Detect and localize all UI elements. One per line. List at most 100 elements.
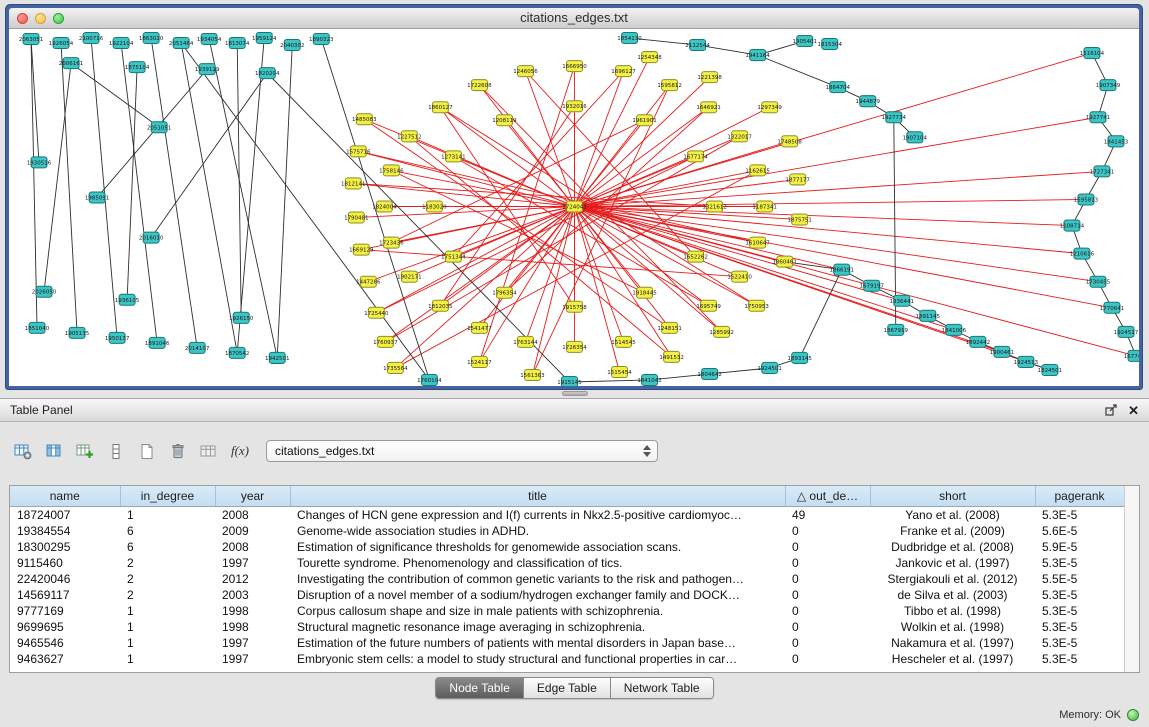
- network-node[interactable]: 1695749: [696, 300, 721, 311]
- network-node[interactable]: 2014107: [185, 342, 210, 353]
- network-node[interactable]: 1841042: [637, 374, 661, 385]
- network-node[interactable]: 1210616: [1070, 248, 1095, 259]
- network-node[interactable]: 1108714: [1060, 220, 1085, 231]
- network-node[interactable]: 1854130: [617, 33, 642, 44]
- network-node[interactable]: 1770641: [1100, 302, 1124, 313]
- network-node[interactable]: 1941164: [745, 50, 770, 61]
- network-node[interactable]: 1162615: [745, 165, 770, 176]
- network-node[interactable]: 1763144: [513, 336, 538, 347]
- network-node[interactable]: 1524117: [467, 356, 492, 367]
- network-node[interactable]: 1922104: [109, 38, 134, 49]
- tab-edge-table[interactable]: Edge Table: [523, 678, 610, 698]
- network-node[interactable]: 1804642: [697, 368, 721, 379]
- table-row[interactable]: 911546021997Tourette syndrome. Phenomeno…: [10, 555, 1124, 571]
- network-node[interactable]: 1696127: [611, 66, 636, 77]
- network-node[interactable]: 1677174: [683, 151, 708, 162]
- network-node[interactable]: 1541477: [467, 322, 492, 333]
- network-node[interactable]: 1595813: [1074, 194, 1099, 205]
- network-node[interactable]: 1875104: [125, 62, 150, 73]
- column-header-in_degree[interactable]: in_degree: [120, 486, 215, 506]
- network-node[interactable]: 1722608: [467, 80, 492, 91]
- show-columns-button[interactable]: [41, 438, 67, 464]
- network-node[interactable]: 1890323: [309, 34, 334, 45]
- network-node[interactable]: 1725440: [364, 307, 389, 318]
- network-node[interactable]: 1815304: [817, 39, 842, 50]
- network-node[interactable]: 1575716: [346, 146, 371, 157]
- network-node[interactable]: 1677441: [1124, 350, 1139, 361]
- network-node[interactable]: 1820204: [255, 68, 280, 79]
- network-node[interactable]: 1907104: [903, 132, 928, 143]
- network-node[interactable]: 1750953: [744, 300, 769, 311]
- network-node[interactable]: 1221398: [697, 72, 722, 83]
- window-close-button[interactable]: [17, 13, 28, 24]
- network-node[interactable]: 1227512: [397, 131, 421, 142]
- column-header-year[interactable]: year: [215, 486, 290, 506]
- network-node[interactable]: 1959124: [252, 33, 277, 44]
- network-node[interactable]: 1679197: [860, 280, 885, 291]
- network-node[interactable]: 1812141: [341, 178, 365, 189]
- table-row[interactable]: 946554611997Estimation of the future num…: [10, 635, 1124, 651]
- network-node[interactable]: 1926150: [229, 312, 254, 323]
- function-builder-button[interactable]: f(x): [227, 438, 253, 464]
- network-node[interactable]: 1254348: [637, 52, 662, 63]
- column-header-title[interactable]: title: [290, 486, 785, 506]
- network-node[interactable]: 1321612: [702, 201, 726, 212]
- table-row[interactable]: 1872400712008Changes of HCN gene express…: [10, 506, 1124, 523]
- network-node[interactable]: 1322017: [727, 131, 752, 142]
- network-node[interactable]: 1924517: [1114, 326, 1139, 337]
- network-graph[interactable]: 1724043118734116106471522410169574912481…: [9, 29, 1139, 386]
- network-node[interactable]: 1248151: [657, 322, 681, 333]
- network-node[interactable]: 1915758: [562, 301, 587, 312]
- network-node[interactable]: 1646921: [696, 102, 720, 113]
- network-node[interactable]: 1932016: [562, 101, 587, 112]
- network-node[interactable]: 1841006: [942, 324, 967, 335]
- window-titlebar[interactable]: citations_edges.txt: [9, 8, 1139, 29]
- table-selector-dropdown[interactable]: citations_edges.txt: [266, 440, 658, 462]
- network-node[interactable]: 1942501: [265, 352, 289, 363]
- network-node[interactable]: 1595812: [657, 80, 681, 91]
- network-node[interactable]: 1610647: [745, 237, 770, 248]
- network-node[interactable]: 2100716: [79, 33, 104, 44]
- table-row[interactable]: 1830029562008Estimation of significance …: [10, 539, 1124, 555]
- network-node[interactable]: 2051051: [147, 122, 171, 133]
- network-node[interactable]: 1447286: [356, 276, 381, 287]
- import-table-button[interactable]: [72, 438, 98, 464]
- float-panel-button[interactable]: [1105, 404, 1118, 416]
- column-header-name[interactable]: name: [10, 486, 120, 506]
- network-node[interactable]: 1666950: [562, 61, 587, 72]
- network-node[interactable]: 1950137: [105, 332, 130, 343]
- network-node[interactable]: 1285992: [709, 326, 733, 337]
- window-zoom-button[interactable]: [53, 13, 64, 24]
- create-table-button[interactable]: [134, 438, 160, 464]
- network-node[interactable]: 1851040: [25, 322, 50, 333]
- table-scrollbar[interactable]: [1124, 486, 1139, 672]
- network-node[interactable]: 1867919: [884, 324, 909, 335]
- column-header-pagerank[interactable]: pagerank: [1035, 486, 1124, 506]
- network-node[interactable]: 2026050: [32, 286, 57, 297]
- network-node[interactable]: 2063051: [19, 34, 43, 45]
- table-settings-button[interactable]: [10, 438, 36, 464]
- network-node[interactable]: 1727341: [1090, 166, 1114, 177]
- network-node[interactable]: 1866191: [829, 264, 853, 275]
- column-header-out_de[interactable]: △ out_de…: [785, 486, 870, 506]
- network-node[interactable]: 1891145: [916, 310, 941, 321]
- table-row[interactable]: 1456911722003Disruption of a novel membe…: [10, 587, 1124, 603]
- network-node[interactable]: 1824004: [372, 201, 397, 212]
- panel-close-button[interactable]: ✕: [1128, 404, 1139, 417]
- network-canvas[interactable]: 1724043118734116106471522410169574912481…: [9, 29, 1139, 386]
- network-node[interactable]: 2006161: [59, 58, 83, 69]
- network-node[interactable]: 2040302: [280, 40, 304, 51]
- network-node[interactable]: 1927734: [882, 112, 907, 123]
- network-node[interactable]: 2051464: [169, 38, 194, 49]
- network-node[interactable]: 1907349: [1096, 80, 1121, 91]
- network-node[interactable]: 2112544: [685, 40, 710, 51]
- network-node[interactable]: 1297349: [757, 102, 782, 113]
- tab-node-table[interactable]: Node Table: [436, 678, 523, 698]
- network-node[interactable]: 1961901: [632, 115, 656, 126]
- network-node[interactable]: 1927741: [1086, 112, 1110, 123]
- rename-table-button[interactable]: [196, 438, 222, 464]
- tab-network-table[interactable]: Network Table: [610, 678, 713, 698]
- network-node[interactable]: 1748508: [777, 136, 802, 147]
- network-node[interactable]: 1516104: [1080, 48, 1105, 59]
- network-node[interactable]: 1926054: [49, 38, 74, 49]
